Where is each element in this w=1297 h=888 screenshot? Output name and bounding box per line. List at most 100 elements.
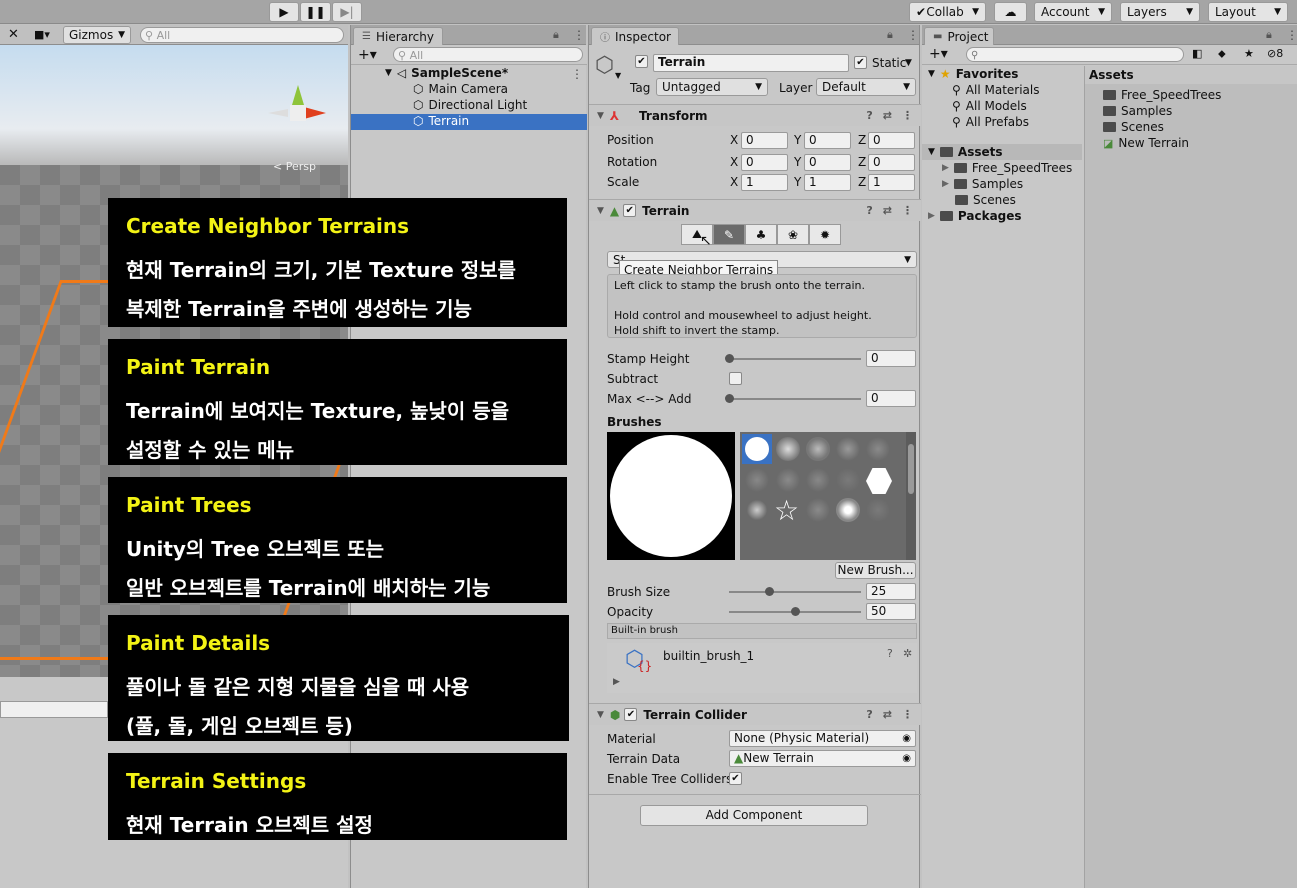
scale-z-field[interactable]: 1 bbox=[868, 174, 915, 191]
stamp-height-slider-knob[interactable] bbox=[725, 354, 734, 363]
brush-cell[interactable] bbox=[836, 498, 860, 522]
tab-hierarchy[interactable]: ☰ Hierarchy bbox=[353, 27, 443, 45]
kebab-menu-icon[interactable]: ⋮ bbox=[1286, 28, 1297, 42]
terrain-settings-button[interactable]: ✹ bbox=[809, 224, 841, 245]
object-name-field[interactable]: Terrain bbox=[653, 54, 849, 72]
asset-list-item[interactable]: ◪ New Terrain bbox=[1103, 136, 1189, 150]
rotation-x-field[interactable]: 0 bbox=[741, 154, 788, 171]
assets-row[interactable]: ▼ Assets bbox=[928, 145, 1003, 159]
camera-icon[interactable]: ■▾ bbox=[34, 28, 50, 41]
gizmos-dropdown[interactable]: Gizmos ▼ bbox=[63, 26, 131, 44]
brush-size-slider[interactable] bbox=[729, 591, 861, 593]
add-icon[interactable]: +▾ bbox=[358, 47, 377, 63]
paint-trees-button[interactable]: ♣ bbox=[745, 224, 777, 245]
object-picker-icon[interactable]: ◉ bbox=[902, 751, 911, 766]
gear-icon[interactable]: ✲ bbox=[903, 647, 912, 660]
brush-cell[interactable] bbox=[866, 498, 890, 522]
preset-icon[interactable]: ⇄ bbox=[883, 204, 892, 217]
scrollbar-thumb[interactable] bbox=[908, 444, 914, 494]
brush-cell[interactable] bbox=[806, 498, 830, 522]
help-icon[interactable]: ? bbox=[887, 647, 893, 660]
tag-dropdown[interactable]: Untagged ▼ bbox=[656, 78, 768, 96]
project-search-input[interactable]: ⚲ bbox=[966, 47, 1184, 62]
hierarchy-item-directional-light[interactable]: ⬡ Directional Light bbox=[413, 98, 527, 112]
favorite-item[interactable]: ⚲ All Models bbox=[952, 99, 1027, 113]
terrain-collider-header[interactable]: ▼ ⬢ ✔ Terrain Collider ? ⇄ ⋮ bbox=[589, 703, 921, 725]
brush-size-field[interactable]: 25 bbox=[866, 583, 916, 600]
opacity-field[interactable]: 50 bbox=[866, 603, 916, 620]
tab-project[interactable]: ▬ Project bbox=[924, 27, 994, 45]
help-icon[interactable]: ? bbox=[866, 109, 872, 122]
collider-enabled-checkbox[interactable]: ✔ bbox=[624, 708, 638, 721]
kebab-menu-icon[interactable]: ⋮ bbox=[907, 28, 919, 42]
fold-arrow-icon[interactable]: ▶ bbox=[613, 677, 620, 687]
paint-details-button[interactable]: ❀ bbox=[777, 224, 809, 245]
brush-cell[interactable] bbox=[745, 468, 769, 492]
preset-icon[interactable]: ⇄ bbox=[883, 708, 892, 721]
kebab-menu-icon[interactable]: ⋮ bbox=[902, 204, 913, 217]
brush-cell[interactable] bbox=[776, 437, 800, 461]
search-by-type-icon[interactable]: ◧ bbox=[1192, 47, 1202, 60]
terrain-enabled-checkbox[interactable]: ✔ bbox=[623, 204, 637, 217]
persp-label[interactable]: < Persp bbox=[273, 160, 316, 173]
kebab-menu-icon[interactable]: ⋮ bbox=[573, 28, 585, 42]
help-icon[interactable]: ? bbox=[866, 708, 872, 721]
step-button[interactable]: ▶| bbox=[332, 2, 362, 22]
help-icon[interactable]: ? bbox=[866, 204, 872, 217]
scene-search-input[interactable]: ⚲ All bbox=[140, 27, 344, 43]
position-y-field[interactable]: 0 bbox=[804, 132, 851, 149]
kebab-menu-icon[interactable]: ⋮ bbox=[902, 109, 913, 122]
brush-cell[interactable] bbox=[776, 468, 800, 492]
favorites-row[interactable]: ▼ ★ Favorites bbox=[928, 67, 1018, 81]
hidden-packages-icon[interactable]: ⊘8 bbox=[1267, 47, 1283, 60]
lock-icon[interactable]: 🔒︎ bbox=[887, 28, 893, 42]
tools-icon[interactable]: ✕ bbox=[8, 27, 19, 42]
brush-size-slider-knob[interactable] bbox=[764, 587, 774, 596]
asset-folder-item[interactable]: ▶ Free_SpeedTrees bbox=[942, 161, 1072, 175]
cloud-button[interactable]: ☁ bbox=[994, 2, 1027, 22]
asset-list-item[interactable]: Scenes bbox=[1103, 120, 1164, 134]
asset-folder-item[interactable]: Scenes bbox=[955, 193, 1016, 207]
brush-cell[interactable] bbox=[836, 468, 860, 492]
pause-button[interactable]: ❚❚ bbox=[300, 2, 331, 22]
lock-icon[interactable]: 🔒︎ bbox=[1266, 28, 1272, 42]
account-dropdown[interactable]: Account ▼ bbox=[1034, 2, 1112, 22]
hierarchy-item-terrain[interactable]: ⬡ Terrain bbox=[413, 114, 469, 128]
dropdown-arrow-icon[interactable]: ▼ bbox=[615, 71, 621, 80]
favorite-item[interactable]: ⚲ All Materials bbox=[952, 83, 1040, 97]
paint-terrain-button[interactable]: ✎ bbox=[713, 224, 745, 245]
add-component-button[interactable]: Add Component bbox=[640, 805, 868, 826]
opacity-slider-knob[interactable] bbox=[791, 607, 800, 616]
layers-dropdown[interactable]: Layers ▼ bbox=[1120, 2, 1200, 22]
collab-dropdown[interactable]: ✔ Collab ▼ bbox=[909, 2, 986, 22]
active-checkbox[interactable]: ✔ bbox=[635, 55, 648, 68]
rotation-y-field[interactable]: 0 bbox=[804, 154, 851, 171]
max-add-field[interactable]: 0 bbox=[866, 390, 916, 407]
kebab-menu-icon[interactable]: ⋮ bbox=[902, 708, 913, 721]
hierarchy-search-input[interactable]: ⚲ All bbox=[393, 47, 583, 62]
favorite-item[interactable]: ⚲ All Prefabs bbox=[952, 115, 1029, 129]
terrain-component-header[interactable]: ▼ ▲ ✔ Terrain ? ⇄ ⋮ bbox=[589, 199, 921, 221]
hexagon-brush-cell[interactable] bbox=[866, 468, 892, 494]
max-add-slider-knob[interactable] bbox=[725, 394, 734, 403]
play-button[interactable]: ▶ bbox=[269, 2, 299, 22]
terrain-data-object-field[interactable]: ▲New Terrain ◉ bbox=[729, 750, 916, 767]
hierarchy-item-main-camera[interactable]: ⬡ Main Camera bbox=[413, 82, 508, 96]
subtract-checkbox[interactable] bbox=[729, 372, 742, 385]
new-brush-button[interactable]: New Brush... bbox=[835, 562, 916, 579]
brush-cell[interactable] bbox=[836, 437, 860, 461]
scale-y-field[interactable]: 1 bbox=[804, 174, 851, 191]
scene-kebab-icon[interactable]: ⋮ bbox=[571, 67, 583, 81]
star-icon[interactable]: ★ bbox=[1244, 47, 1254, 60]
game-view-field[interactable] bbox=[0, 701, 108, 718]
brush-cell[interactable] bbox=[745, 498, 769, 522]
add-icon[interactable]: +▾ bbox=[929, 46, 948, 62]
static-dropdown-arrow-icon[interactable]: ▼ bbox=[905, 58, 912, 68]
brush-grid-scrollbar[interactable] bbox=[906, 432, 916, 560]
static-checkbox[interactable]: ✔ bbox=[854, 56, 867, 69]
stamp-height-field[interactable]: 0 bbox=[866, 350, 916, 367]
position-x-field[interactable]: 0 bbox=[741, 132, 788, 149]
layout-dropdown[interactable]: Layout ▼ bbox=[1208, 2, 1288, 22]
position-z-field[interactable]: 0 bbox=[868, 132, 915, 149]
preset-icon[interactable]: ⇄ bbox=[883, 109, 892, 122]
